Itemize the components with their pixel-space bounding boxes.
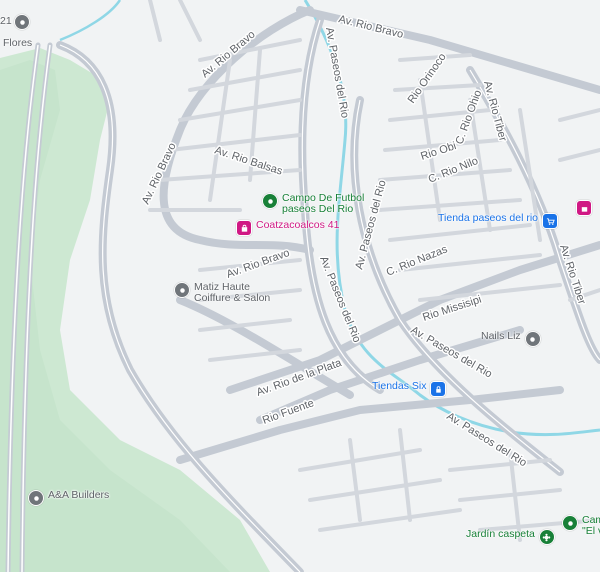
poi-label-aa-builders: A&A Builders xyxy=(48,489,110,501)
street-label-rio-bravo: Av. Rio Bravo xyxy=(140,141,179,206)
street-label-rio-nazas: C. Rio Nazas xyxy=(385,243,450,279)
shopping-bag-icon xyxy=(236,220,252,236)
poi-label-flores: Flores xyxy=(3,37,33,49)
poi-jardin-caspeta[interactable]: Jardín caspeta xyxy=(466,529,555,545)
poi-label-nails-liz: Nails Liz xyxy=(481,330,521,342)
map-base-layer: Av. Rio Bravo Av. Rio Bravo Av. Rio Brav… xyxy=(0,0,600,572)
park-icon xyxy=(262,193,278,209)
poi-label-coatzacoalcos: Coatzacoalcos 41 xyxy=(256,219,340,231)
poi-campo-futbol[interactable]: Campo De Futbol paseos Del Rio xyxy=(262,193,382,215)
park-icon xyxy=(562,515,578,531)
street-label-rio-nilo: C. Rio Nilo xyxy=(427,155,480,186)
poi-campo-corner[interactable]: Cam "El v xyxy=(562,515,600,537)
flower-icon xyxy=(538,529,555,545)
poi-aa-builders[interactable]: A&A Builders xyxy=(28,490,109,506)
poi-label-jardin-caspeta: Jardín caspeta xyxy=(466,528,535,540)
street-label-rio-bravo: Av. Rio Bravo xyxy=(337,13,404,41)
shopping-cart-icon xyxy=(542,213,559,229)
poi-label-tienda-paseos: Tienda paseos del rio xyxy=(438,212,539,224)
place-pin-icon xyxy=(28,490,44,506)
poi-label-campo-corner: Cam "El v xyxy=(582,514,600,537)
poi-tienda-paseos[interactable]: Tienda paseos del rio xyxy=(438,212,559,229)
place-pin-icon xyxy=(524,331,541,347)
place-pin-icon xyxy=(174,282,190,298)
poi-label-campo-futbol: Campo De Futbol paseos Del Rio xyxy=(282,192,365,215)
store-lock-icon xyxy=(430,381,447,397)
poi-top-left[interactable] xyxy=(14,14,30,30)
shopping-bag-icon[interactable] xyxy=(576,200,592,216)
poi-label-tiendas-six: Tiendas Six xyxy=(372,380,427,392)
poi-coatzacoalcos[interactable]: Coatzacoalcos 41 xyxy=(236,220,339,236)
poi-label-matiz: Matiz Haute Coiffure & Salon xyxy=(194,281,271,304)
map-canvas[interactable]: Av. Rio Bravo Av. Rio Bravo Av. Rio Brav… xyxy=(0,0,600,572)
poi-tiendas-six[interactable]: Tiendas Six xyxy=(372,380,447,397)
street-label-rio-ohio: C. Rio Ohio xyxy=(454,88,485,146)
street-label-paseos-del-rio: Av. Paseos del Rio xyxy=(323,26,351,119)
poi-nails-liz[interactable]: Nails Liz xyxy=(481,331,541,347)
poi-label-corner-number: 21 xyxy=(0,15,12,27)
river-upper xyxy=(59,0,122,42)
place-pin-icon xyxy=(14,14,30,30)
poi-matiz[interactable]: Matiz Haute Coiffure & Salon xyxy=(174,282,274,304)
